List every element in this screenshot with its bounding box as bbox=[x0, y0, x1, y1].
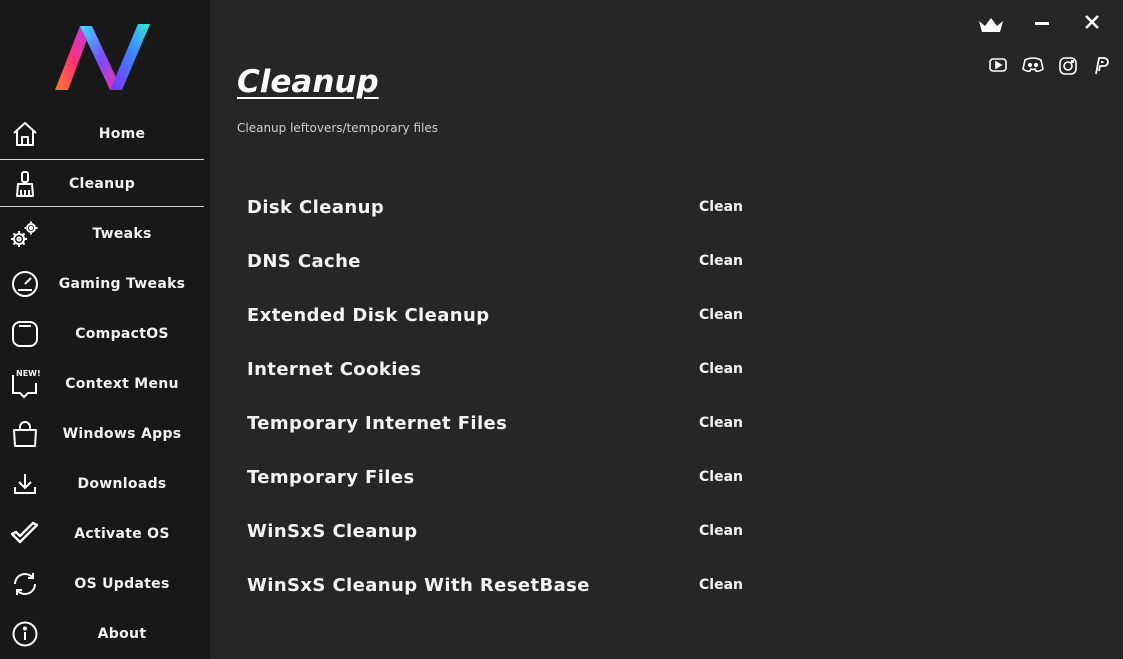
main-panel: Cleanup Cleanup leftovers/temporary file… bbox=[210, 0, 1123, 659]
row-label: Extended Disk Cleanup bbox=[247, 305, 490, 326]
sidebar-item-about[interactable]: About bbox=[0, 610, 204, 658]
sidebar-item-context-menu[interactable]: NEW! Context Menu bbox=[0, 360, 204, 408]
sidebar-item-label: CompactOS bbox=[75, 326, 169, 342]
clean-button[interactable]: Clean bbox=[699, 307, 743, 323]
sidebar-item-windows-apps[interactable]: Windows Apps bbox=[0, 410, 204, 458]
sidebar-item-label: Gaming Tweaks bbox=[58, 276, 186, 292]
paypal-icon[interactable] bbox=[1092, 56, 1110, 76]
new-badge-text: NEW! bbox=[16, 369, 41, 378]
sidebar-item-gaming-tweaks[interactable]: Gaming Tweaks bbox=[0, 260, 204, 308]
row-label: Temporary Internet Files bbox=[247, 413, 508, 434]
download-icon bbox=[10, 471, 40, 497]
sidebar-item-label: Activate OS bbox=[74, 526, 170, 542]
row-label: Disk Cleanup bbox=[247, 197, 385, 218]
sidebar-item-label: Context Menu bbox=[65, 376, 179, 392]
list-item: Extended Disk Cleanup Clean bbox=[247, 301, 807, 331]
clean-button[interactable]: Clean bbox=[699, 469, 743, 485]
sidebar-item-label: About bbox=[97, 626, 147, 642]
gears-icon bbox=[10, 221, 40, 247]
list-item: Temporary Internet Files Clean bbox=[247, 409, 807, 439]
sidebar: Home Cleanup Tweaks Gaming Tweaks Compac… bbox=[0, 0, 210, 659]
list-item: Internet Cookies Clean bbox=[247, 355, 807, 385]
list-item: Temporary Files Clean bbox=[247, 463, 807, 493]
sidebar-item-cleanup[interactable]: Cleanup bbox=[0, 159, 204, 207]
sidebar-item-label: Home bbox=[98, 126, 146, 142]
sidebar-item-downloads[interactable]: Downloads bbox=[0, 460, 204, 508]
page-subtitle: Cleanup leftovers/temporary files bbox=[237, 121, 438, 135]
sidebar-item-home[interactable]: Home bbox=[0, 110, 204, 158]
row-label: DNS Cache bbox=[247, 251, 361, 272]
refresh-icon bbox=[10, 571, 40, 597]
close-icon[interactable] bbox=[1082, 12, 1102, 32]
speedometer-icon bbox=[10, 271, 40, 297]
sidebar-item-activate-os[interactable]: Activate OS bbox=[0, 510, 204, 558]
sidebar-item-label: OS Updates bbox=[74, 576, 170, 592]
list-item: WinSxS Cleanup With ResetBase Clean bbox=[247, 571, 807, 601]
sidebar-item-tweaks[interactable]: Tweaks bbox=[0, 210, 204, 258]
youtube-icon[interactable] bbox=[988, 56, 1008, 74]
list-item: WinSxS Cleanup Clean bbox=[247, 517, 807, 547]
compact-icon bbox=[10, 321, 40, 347]
clean-button[interactable]: Clean bbox=[699, 415, 743, 431]
row-label: WinSxS Cleanup bbox=[247, 521, 418, 542]
clean-button[interactable]: Clean bbox=[699, 361, 743, 377]
clean-button[interactable]: Clean bbox=[699, 253, 743, 269]
sidebar-item-compactos[interactable]: CompactOS bbox=[0, 310, 204, 358]
app-logo bbox=[55, 24, 150, 90]
row-label: Internet Cookies bbox=[247, 359, 422, 380]
clean-button[interactable]: Clean bbox=[699, 577, 743, 593]
sidebar-item-label: Downloads bbox=[77, 476, 167, 492]
list-item: DNS Cache Clean bbox=[247, 247, 807, 277]
sidebar-item-label: Windows Apps bbox=[62, 426, 182, 442]
minimize-icon[interactable] bbox=[1032, 14, 1052, 34]
discord-icon[interactable] bbox=[1022, 56, 1044, 74]
info-icon bbox=[10, 621, 40, 647]
instagram-icon[interactable] bbox=[1058, 56, 1078, 76]
list-item: Disk Cleanup Clean bbox=[247, 193, 807, 223]
checkmark-icon bbox=[10, 521, 40, 547]
crown-icon[interactable] bbox=[977, 14, 1005, 36]
sidebar-item-label: Cleanup bbox=[68, 176, 136, 192]
clean-button[interactable]: Clean bbox=[699, 199, 743, 215]
clean-button[interactable]: Clean bbox=[699, 523, 743, 539]
sidebar-item-os-updates[interactable]: OS Updates bbox=[0, 560, 204, 608]
sidebar-item-label: Tweaks bbox=[92, 226, 152, 242]
row-label: Temporary Files bbox=[247, 467, 415, 488]
page-title: Cleanup bbox=[237, 64, 379, 100]
new-badge-icon: NEW! bbox=[10, 369, 41, 399]
row-label: WinSxS Cleanup With ResetBase bbox=[247, 575, 590, 596]
bag-icon bbox=[10, 421, 40, 447]
home-icon bbox=[10, 121, 40, 147]
